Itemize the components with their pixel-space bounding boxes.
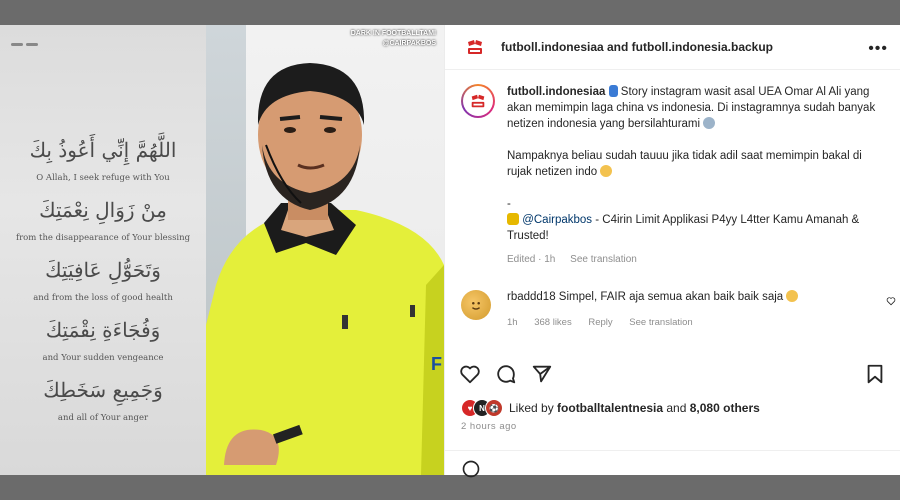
- commenter-avatar[interactable]: [461, 290, 491, 320]
- dua-item: وَفُجَاءَةِ نِقْمَتِكَ and Your sudden ve…: [0, 315, 206, 363]
- share-send-icon[interactable]: [531, 363, 553, 385]
- crying-emoji-icon: [703, 117, 716, 129]
- comment-reply-button[interactable]: Reply: [588, 317, 612, 328]
- referee-photo: F DARK IN FOOTBALLTAMI @CAIRPAKBOS: [206, 25, 444, 475]
- comment-username[interactable]: rbaddd18: [507, 291, 556, 303]
- dua-item: اللَّهُمَّ إِنِّي أَعُوذُ بِكَ O Allah, I…: [0, 135, 206, 183]
- comment-bubble-icon[interactable]: [495, 363, 517, 385]
- post-header: futboll.indonesiaa and futboll.indonesia…: [445, 25, 900, 70]
- save-bookmark-icon[interactable]: [864, 363, 886, 385]
- add-comment-bar[interactable]: [445, 450, 900, 478]
- like-heart-icon[interactable]: [459, 363, 481, 385]
- dua-arabic-text: وَجَمِيعِ سَخَطِكَ: [43, 378, 163, 402]
- watermark-line-1: DARK IN FOOTBALLTAMI: [350, 30, 436, 37]
- comment: rbaddd18 Simpel, FAIR aja semua akan bai…: [507, 290, 799, 328]
- story-progress-bar: [6, 33, 46, 46]
- more-dots-icon[interactable]: •••: [868, 40, 888, 58]
- post-time: 2 hours ago: [461, 421, 517, 432]
- dua-arabic-text: اللَّهُمَّ إِنِّي أَعُوذُ بِكَ: [29, 138, 177, 162]
- header-avatar[interactable]: [461, 33, 489, 61]
- dua-english-text: and all of Your anger: [57, 413, 149, 423]
- caption-edited-time: Edited · 1h: [507, 254, 556, 265]
- watermark-line-2: @CAIRPAKBOS: [382, 40, 436, 47]
- comment-see-translation[interactable]: See translation: [629, 317, 692, 328]
- dua-english-text: and from the loss of good health: [33, 293, 173, 303]
- dua-item: وَجَمِيعِ سَخَطِكَ and all of Your anger: [0, 375, 206, 423]
- likes-summary: ♥ N ⚽ Liked by footballtalentnesia and 8…: [461, 399, 760, 417]
- photo-watermark: DARK IN FOOTBALLTAMI @CAIRPAKBOS: [351, 29, 436, 49]
- emoji-picker-icon[interactable]: [461, 459, 481, 479]
- header-account-names[interactable]: futboll.indonesiaa and futboll.indonesia…: [501, 40, 773, 54]
- caption-paragraph-2: Nampaknya beliau sudah tauuu jika tidak …: [507, 150, 862, 178]
- comment-meta: 1h 368 likes Reply See translation: [507, 317, 798, 328]
- likes-prefix: Liked by: [509, 401, 558, 415]
- post-media[interactable]: اللَّهُمَّ إِنِّي أَعُوذُ بِكَ O Allah, I…: [0, 25, 444, 475]
- caption-meta: Edited · 1h See translation: [507, 252, 877, 268]
- promo-handle-link[interactable]: @Cairpakbos: [522, 214, 592, 226]
- dua-item: وَتَحَوُّلِ عَافِيَتِكَ and from the loss…: [0, 255, 206, 303]
- likes-user[interactable]: footballtalentnesia: [557, 401, 663, 415]
- phone-emoji-icon: [608, 85, 618, 97]
- comment-likes[interactable]: 368 likes: [534, 317, 572, 328]
- liker-avatar-3: ⚽: [485, 399, 503, 417]
- dua-arabic-text: مِنْ زَوَالِ نِعْمَتِكَ: [39, 198, 167, 222]
- post-details-panel: futboll.indonesiaa and futboll.indonesia…: [444, 25, 900, 478]
- story-screenshot: اللَّهُمَّ إِنِّي أَعُوذُ بِكَ O Allah, I…: [0, 25, 206, 475]
- likes-text[interactable]: Liked by footballtalentnesia and 8,080 o…: [509, 401, 760, 415]
- dua-english-text: and Your sudden vengeance: [42, 353, 164, 363]
- dua-english-text: from the disappearance of Your blessing: [15, 233, 191, 243]
- action-bar: [459, 361, 890, 387]
- money-bag-emoji-icon: [507, 213, 519, 225]
- dua-arabic-text: وَفُجَاءَةِ نِقْمَتِكَ: [45, 318, 161, 342]
- crying-face-emoji-icon: [600, 165, 613, 177]
- caption-username[interactable]: futboll.indonesiaa: [507, 86, 605, 98]
- likes-middle: and: [663, 401, 690, 415]
- brand-logo-icon: [471, 94, 485, 108]
- caption-see-translation[interactable]: See translation: [570, 254, 637, 265]
- post-caption: futboll.indonesiaa Story instagram wasit…: [507, 84, 877, 268]
- dua-item: مِنْ زَوَالِ نِعْمَتِكَ from the disappea…: [0, 195, 206, 243]
- referee-figure: F: [206, 63, 444, 475]
- comment-row: rbaddd18 Simpel, FAIR aja semua akan bai…: [445, 268, 900, 328]
- caption-row: futboll.indonesiaa Story instagram wasit…: [445, 70, 900, 268]
- likes-count[interactable]: 8,080 others: [690, 401, 760, 415]
- caption-avatar[interactable]: [461, 84, 495, 118]
- dua-english-text: O Allah, I seek refuge with You: [36, 173, 170, 183]
- dua-list: اللَّهُمَّ إِنِّي أَعُوذُ بِكَ O Allah, I…: [0, 135, 206, 423]
- brand-logo-icon: [468, 40, 482, 54]
- comment-time: 1h: [507, 317, 518, 328]
- face-emoji-icon: [471, 301, 481, 310]
- comment-like-heart-icon[interactable]: [886, 296, 896, 306]
- dua-arabic-text: وَتَحَوُّلِ عَافِيَتِكَ: [45, 258, 161, 282]
- svg-text:F: F: [431, 354, 442, 374]
- instagram-post-window: اللَّهُمَّ إِنِّي أَعُوذُ بِكَ O Allah, I…: [0, 25, 900, 478]
- caption-dash: -: [507, 198, 511, 210]
- smiling-emoji-icon: [786, 290, 799, 302]
- comment-text: Simpel, FAIR aja semua akan baik baik sa…: [555, 291, 784, 303]
